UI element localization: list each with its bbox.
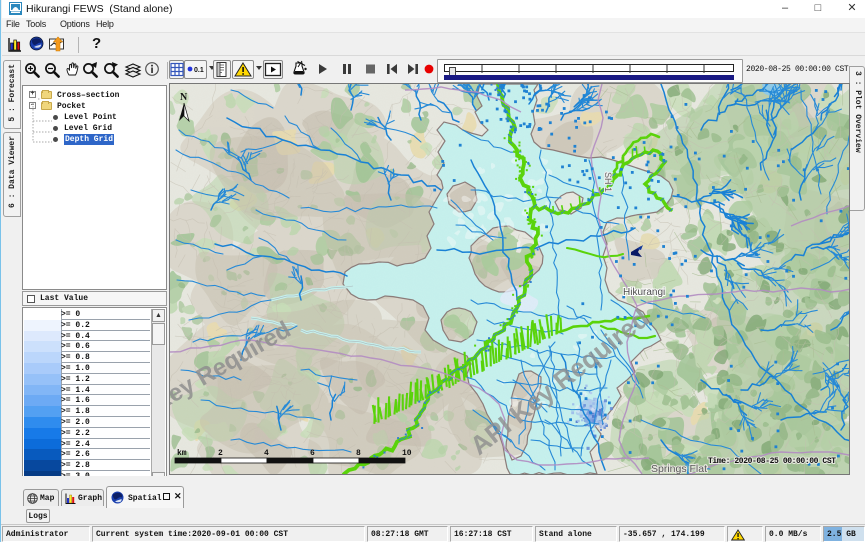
svg-text:2: 2 — [218, 449, 223, 458]
svg-text:Springs Flat: Springs Flat — [651, 463, 707, 474]
svg-text:Time: 2020-08-25 00:00:00 CST: Time: 2020-08-25 00:00:00 CST — [708, 457, 836, 466]
svg-text:km: km — [177, 449, 187, 458]
svg-text:4: 4 — [264, 449, 269, 458]
svg-text:8: 8 — [356, 449, 361, 458]
svg-text:SH 1: SH 1 — [603, 172, 613, 192]
svg-text:10: 10 — [402, 449, 412, 458]
svg-text:N: N — [180, 92, 188, 103]
svg-text:0.1: 0.1 — [194, 67, 204, 74]
svg-text:Hikurangi: Hikurangi — [623, 287, 665, 298]
svg-text:6: 6 — [310, 449, 315, 458]
